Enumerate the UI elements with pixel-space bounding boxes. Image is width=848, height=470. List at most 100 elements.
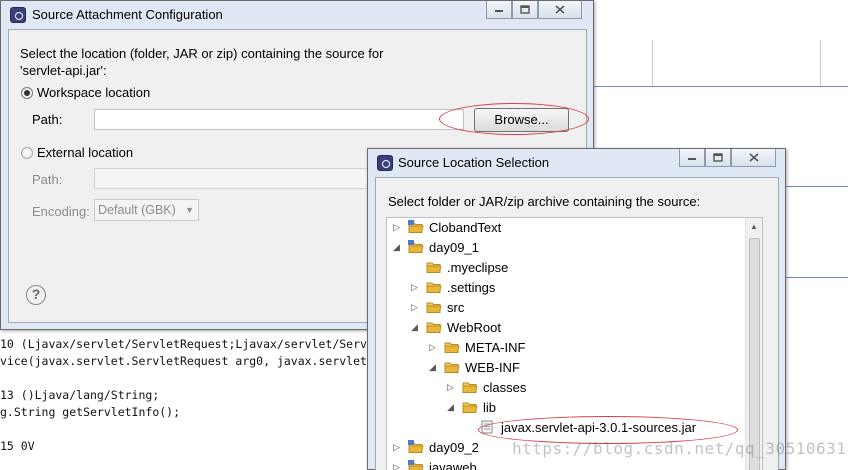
tree-item[interactable]: ▷ META-INF — [429, 338, 737, 358]
app-icon — [10, 7, 26, 23]
tree-item-label: javax.servlet-api-3.0.1-sources.jar — [501, 420, 697, 435]
maximize-icon — [713, 153, 723, 162]
close-icon — [555, 5, 565, 14]
dialog-title: Source Attachment Configuration — [32, 7, 223, 22]
folder-icon — [462, 400, 478, 414]
minimize-icon — [495, 10, 503, 12]
external-location-radio[interactable] — [21, 147, 33, 159]
tree-item-label: ClobandText — [429, 220, 502, 235]
scroll-up-icon[interactable]: ▲ — [750, 222, 758, 231]
collapse-triangle-icon[interactable]: ▷ — [393, 462, 403, 470]
help-icon[interactable]: ? — [26, 285, 46, 305]
app-icon — [377, 155, 393, 171]
external-path-input[interactable] — [94, 168, 374, 189]
tree-item-label: WebRoot — [447, 320, 501, 335]
project-folder-icon — [408, 220, 424, 234]
expand-triangle-icon[interactable]: ◢ — [429, 362, 439, 372]
chevron-down-icon: ▼ — [185, 205, 194, 215]
folder-icon — [462, 380, 478, 394]
dialog-description: Select the location (folder, JAR or zip)… — [20, 46, 384, 61]
tree-item[interactable]: ◢ WEB-INF — [429, 358, 737, 378]
maximize-button[interactable] — [705, 149, 731, 167]
expand-triangle-icon[interactable]: ◢ — [447, 402, 457, 412]
external-location-label[interactable]: External location — [37, 145, 133, 160]
tree-item-label: .settings — [447, 280, 496, 295]
encoding-label: Encoding: — [32, 204, 90, 219]
collapse-triangle-icon[interactable]: ▷ — [411, 302, 421, 312]
tree-item[interactable]: ◢ WebRoot — [411, 318, 737, 338]
folder-icon — [426, 280, 442, 294]
tree-item-label: javaweb — [429, 460, 477, 470]
path-input[interactable] — [94, 109, 464, 130]
scrollbar-thumb[interactable] — [749, 238, 760, 470]
collapse-triangle-icon[interactable]: ▷ — [429, 342, 439, 352]
workspace-location-radio[interactable] — [21, 87, 33, 99]
minimize-button[interactable] — [679, 149, 705, 167]
tree-item-label: .myeclipse — [447, 260, 509, 275]
code-line: 15 0V — [0, 439, 35, 453]
minimize-icon — [688, 158, 696, 160]
tree-item-label: day09_1 — [429, 240, 479, 255]
editor-divider — [652, 40, 653, 86]
project-folder-icon — [408, 460, 424, 470]
folder-tree[interactable]: ▷ javaweb ▷ day09_2 javax.servlet-api-3.0.1-… — [386, 217, 763, 470]
tree-item-label: lib — [483, 400, 497, 415]
folder-icon — [426, 260, 442, 274]
workspace-location-label[interactable]: Workspace location — [37, 85, 150, 100]
project-folder-icon — [408, 240, 424, 254]
watermark: https://blog.csdn.net/qq_30510631 — [512, 439, 847, 458]
code-line: g.String getServletInfo(); — [0, 405, 181, 419]
titlebar[interactable]: Source Attachment Configuration — [1, 1, 593, 29]
code-line: 10 (Ljavax/servlet/ServletRequest;Ljavax… — [0, 337, 380, 351]
dialog-description-target: 'servlet-api.jar': — [20, 63, 107, 78]
tree-item[interactable]: ▷ classes — [447, 378, 737, 398]
tree-scrollbar[interactable]: ▲ — [745, 218, 762, 470]
dialog-title: Source Location Selection — [398, 155, 550, 170]
collapse-triangle-icon[interactable]: ▷ — [411, 282, 421, 292]
project-folder-icon — [408, 440, 424, 454]
tree-item[interactable]: ▷ javaweb — [393, 458, 737, 470]
collapse-triangle-icon[interactable]: ▷ — [447, 382, 457, 392]
folder-icon — [444, 340, 460, 354]
collapse-triangle-icon[interactable]: ▷ — [393, 442, 403, 452]
code-editor[interactable]: 10 (Ljavax/servlet/ServletRequest;Ljavax… — [0, 336, 380, 470]
browse-button[interactable]: Browse... — [474, 108, 569, 132]
close-icon — [748, 153, 759, 162]
source-location-dialog: Source Location Selection Select folder … — [367, 148, 786, 470]
maximize-icon — [520, 5, 530, 14]
tree-item[interactable]: ▷ ClobandText — [393, 218, 737, 238]
editor-divider — [594, 86, 848, 87]
tree-item[interactable]: .myeclipse — [411, 258, 737, 278]
expand-triangle-icon[interactable]: ◢ — [411, 322, 421, 332]
collapse-triangle-icon[interactable]: ▷ — [393, 222, 403, 232]
folder-icon — [444, 360, 460, 374]
titlebar[interactable]: Source Location Selection — [368, 149, 785, 177]
minimize-button[interactable] — [486, 1, 512, 19]
close-button[interactable] — [731, 149, 776, 167]
tree-item-label: src — [447, 300, 465, 315]
tree-item-label: day09_2 — [429, 440, 479, 455]
close-button[interactable] — [538, 1, 582, 19]
tree-item-label: classes — [483, 380, 527, 395]
tree-item[interactable]: javax.servlet-api-3.0.1-sources.jar — [465, 418, 737, 438]
tree-item-label: META-INF — [465, 340, 526, 355]
external-path-label: Path: — [32, 172, 63, 187]
editor-divider — [820, 40, 821, 86]
tree-item[interactable]: ▷ .settings — [411, 278, 737, 298]
tree-item-label: WEB-INF — [465, 360, 520, 375]
expand-triangle-icon[interactable]: ◢ — [393, 242, 403, 252]
maximize-button[interactable] — [512, 1, 538, 19]
code-line: vice(javax.servlet.ServletRequest arg0, … — [0, 354, 380, 368]
tree-item[interactable]: ◢ day09_1 — [393, 238, 737, 258]
encoding-value: Default (GBK) — [98, 203, 176, 217]
jar-file-icon — [480, 420, 496, 434]
folder-icon — [426, 320, 442, 334]
tree-item[interactable]: ◢ lib — [447, 398, 737, 418]
path-label: Path: — [32, 112, 63, 127]
folder-icon — [426, 300, 442, 314]
encoding-select[interactable]: Default (GBK) ▼ — [94, 199, 199, 221]
code-line: 13 ()Ljava/lang/String; — [0, 388, 160, 402]
tree-item[interactable]: ▷ src — [411, 298, 737, 318]
